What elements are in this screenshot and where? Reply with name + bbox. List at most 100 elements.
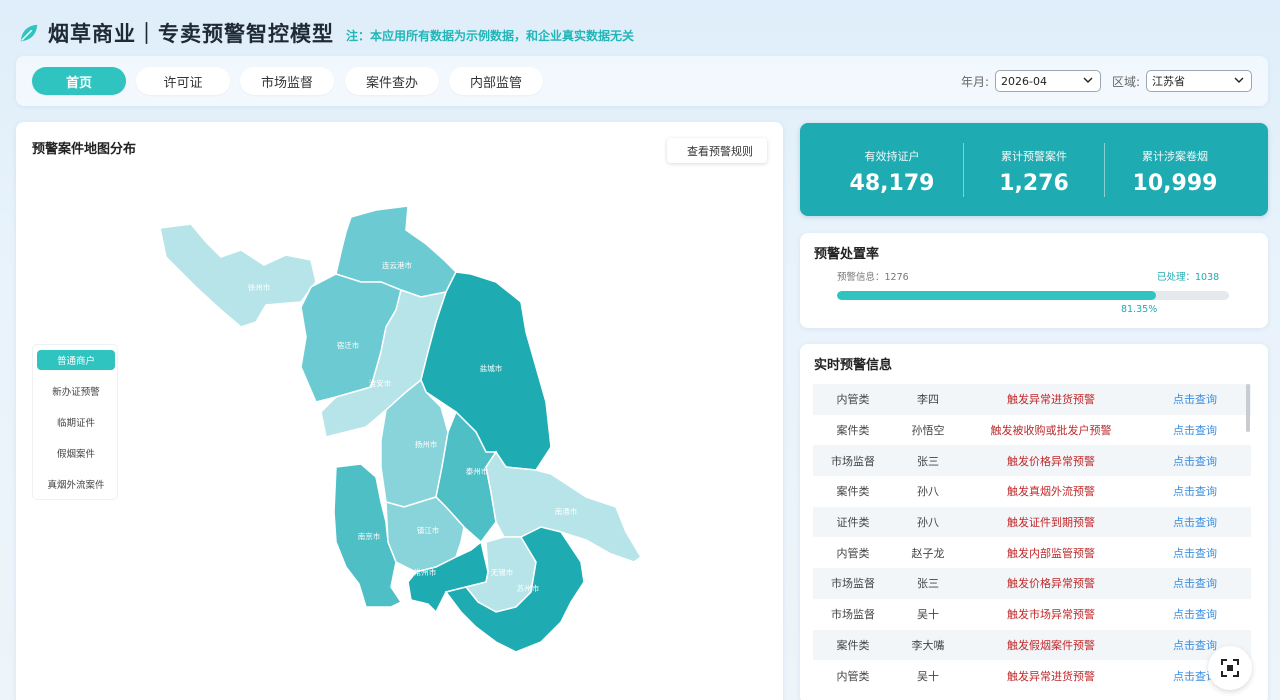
month-filter-label: 年月: xyxy=(961,75,990,89)
tab-internal-supervision[interactable]: 内部监管 xyxy=(449,67,543,95)
alert-message: 触发价格异常预警 xyxy=(1007,454,1095,468)
alert-row: 案件类 孙悟空 触发被收购或批发户预警 点击查询 xyxy=(813,415,1251,446)
stat-licensed-holders: 有效持证户 48,179 xyxy=(822,123,962,196)
handling-progress-fill xyxy=(837,291,1156,300)
city-label: 淮安市 xyxy=(369,378,392,388)
alert-message: 触发异常进货预警 xyxy=(1007,669,1095,683)
fullscreen-icon xyxy=(1221,659,1239,677)
alert-row: 内管类 李四 触发异常进货预警 点击查询 xyxy=(813,384,1251,415)
map-legend: 普通商户 新办证预警 临期证件 假烟案件 真烟外流案件 xyxy=(32,344,118,500)
alert-type: 证件类 xyxy=(836,516,870,530)
chevron-down-icon xyxy=(1083,77,1093,83)
query-link[interactable]: 点击查询 xyxy=(1139,575,1251,591)
chevron-down-icon xyxy=(1234,77,1244,83)
city-label: 镇江市 xyxy=(417,525,440,535)
tab-case-handling[interactable]: 案件查办 xyxy=(345,67,439,95)
alert-type: 内管类 xyxy=(836,546,870,560)
handled-count: 已处理：1038 xyxy=(1157,272,1220,283)
stat-value: 48,179 xyxy=(849,171,935,196)
tab-license[interactable]: 许可证 xyxy=(136,67,230,95)
city-label: 苏州市 xyxy=(517,583,540,593)
alert-person: 孙八 xyxy=(917,485,939,499)
app-header: 烟草商业｜专卖预警智控模型 注：本应用所有数据为示例数据，和企业真实数据无关 xyxy=(18,18,634,48)
jiangsu-map: 徐州市 连云港市 宿迁市 淮安市 盐城市 扬州市 泰州市 南通市 南京市 镇江市… xyxy=(159,205,642,653)
city-label: 连云港市 xyxy=(382,260,412,270)
handling-progress-bar xyxy=(837,291,1229,300)
fullscreen-button[interactable] xyxy=(1208,646,1252,690)
stat-label: 有效持证户 xyxy=(864,150,920,163)
month-select-value: 2026-04 xyxy=(1001,74,1047,88)
alert-row: 市场监督 吴十 触发市场异常预警 点击查询 xyxy=(813,599,1251,630)
alert-row: 案件类 孙八 触发真烟外流预警 点击查询 xyxy=(813,476,1251,507)
query-link[interactable]: 点击查询 xyxy=(1139,514,1251,530)
month-select[interactable]: 2026-04 xyxy=(995,70,1101,92)
alert-type: 案件类 xyxy=(836,424,870,438)
tab-market-supervision[interactable]: 市场监督 xyxy=(240,67,334,95)
query-link[interactable]: 点击查询 xyxy=(1139,483,1251,499)
stat-alert-cases: 累计预警案件 1,276 xyxy=(964,123,1104,196)
alert-person: 孙八 xyxy=(917,516,939,530)
alert-message: 触发被收购或批发户预警 xyxy=(990,424,1112,438)
alert-type: 内管类 xyxy=(836,393,870,407)
map-region-xuzhou[interactable] xyxy=(159,223,317,328)
summary-stats-card: 有效持证户 48,179 累计预警案件 1,276 累计涉案卷烟 10,999 xyxy=(800,123,1268,216)
alerts-panel-title: 实时预警信息 xyxy=(814,358,893,373)
alert-row: 内管类 吴十 触发异常进货预警 点击查询 xyxy=(813,660,1251,691)
query-link[interactable]: 点击查询 xyxy=(1139,391,1251,407)
query-link[interactable]: 点击查询 xyxy=(1139,453,1251,469)
legend-item[interactable]: 假烟案件 xyxy=(37,443,115,463)
alert-person: 吴十 xyxy=(917,608,939,622)
stat-value: 1,276 xyxy=(999,171,1069,196)
city-label: 常州市 xyxy=(414,567,437,577)
alert-person: 吴十 xyxy=(917,669,939,683)
stat-value: 10,999 xyxy=(1132,171,1218,196)
stat-cigarettes: 累计涉案卷烟 10,999 xyxy=(1105,123,1245,196)
alert-person: 孙悟空 xyxy=(911,424,945,438)
alert-message: 触发证件到期预警 xyxy=(1007,516,1095,530)
alert-list-scrollbar[interactable] xyxy=(1246,384,1250,432)
legend-item[interactable]: 真烟外流案件 xyxy=(37,474,115,494)
alert-person: 赵子龙 xyxy=(911,546,945,560)
alert-type: 内管类 xyxy=(836,669,870,683)
alert-row: 证件类 孙八 触发证件到期预警 点击查询 xyxy=(813,506,1251,538)
query-link[interactable]: 点击查询 xyxy=(1139,422,1251,438)
legend-item[interactable]: 普通商户 xyxy=(37,350,115,370)
alert-type: 案件类 xyxy=(836,485,870,499)
alert-row: 市场监督 张三 触发价格异常预警 点击查询 xyxy=(813,568,1251,599)
city-label: 扬州市 xyxy=(415,439,438,449)
alert-type: 市场监督 xyxy=(831,454,875,468)
city-label: 宿迁市 xyxy=(337,340,360,350)
legend-item[interactable]: 新办证预警 xyxy=(37,381,115,401)
region-select-value: 江苏省 xyxy=(1152,75,1185,88)
alert-row: 案件类 李大嘴 触发假烟案件预警 点击查询 xyxy=(813,629,1251,661)
alert-message: 触发异常进货预警 xyxy=(1007,393,1095,407)
handling-rate-panel: 预警处置率 预警信息：1276 已处理：1038 81.35% xyxy=(800,233,1268,328)
alert-message: 触发价格异常预警 xyxy=(1007,577,1095,591)
alert-list[interactable]: 内管类 李四 触发异常进货预警 点击查询 案件类 孙悟空 触发被收购或批发户预警 点击查询 市场… xyxy=(813,384,1251,700)
alert-person: 张三 xyxy=(917,454,939,468)
alert-row: 内管类 赵子龙 触发内部监管预警 点击查询 xyxy=(813,537,1251,568)
region-filter-label: 区域: xyxy=(1112,75,1141,89)
alert-person: 李四 xyxy=(917,393,939,407)
rate-panel-title: 预警处置率 xyxy=(814,247,880,262)
region-select[interactable]: 江苏省 xyxy=(1146,70,1252,92)
legend-item[interactable]: 临期证件 xyxy=(37,412,115,432)
city-label: 无锡市 xyxy=(491,567,514,577)
stat-label: 累计涉案卷烟 xyxy=(1142,150,1208,163)
alert-person: 张三 xyxy=(917,577,939,591)
app-title: 烟草商业｜专卖预警智控模型 xyxy=(48,22,334,46)
alert-info-count: 预警信息：1276 xyxy=(837,272,909,283)
alert-type: 市场监督 xyxy=(831,577,875,591)
query-link[interactable]: 点击查询 xyxy=(1139,545,1251,561)
alert-person: 李大嘴 xyxy=(911,638,945,652)
alert-type: 案件类 xyxy=(836,638,870,652)
query-link[interactable]: 点击查询 xyxy=(1139,606,1251,622)
stat-label: 累计预警案件 xyxy=(1001,150,1067,163)
alert-message: 触发市场异常预警 xyxy=(1007,608,1095,622)
alert-message: 触发内部监管预警 xyxy=(1007,546,1095,560)
alert-message: 触发假烟案件预警 xyxy=(1007,638,1095,652)
city-label: 盐城市 xyxy=(480,363,503,373)
navbar: 首页 许可证 市场监督 案件查办 内部监管 年月: 2026-04 区域: 江苏… xyxy=(16,56,1268,106)
tab-home[interactable]: 首页 xyxy=(32,67,126,95)
demo-data-notice: 注：本应用所有数据为示例数据，和企业真实数据无关 xyxy=(346,28,635,43)
